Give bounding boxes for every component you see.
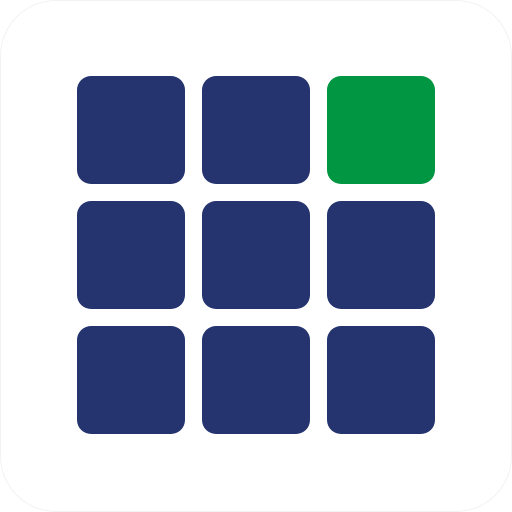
tile-r1-c2 bbox=[202, 76, 310, 184]
tile-r3-c3 bbox=[327, 326, 435, 434]
tile-r2-c3 bbox=[327, 201, 435, 309]
tile-r3-c2 bbox=[202, 326, 310, 434]
canvas bbox=[0, 0, 512, 512]
tile-r3-c1 bbox=[77, 326, 185, 434]
app-icon[interactable] bbox=[0, 0, 512, 512]
tile-r1-c1 bbox=[77, 76, 185, 184]
tile-grid-icon bbox=[77, 76, 435, 435]
tile-r2-c1 bbox=[77, 201, 185, 309]
tile-r2-c2 bbox=[202, 201, 310, 309]
tile-r1-c3-accent bbox=[327, 76, 435, 184]
